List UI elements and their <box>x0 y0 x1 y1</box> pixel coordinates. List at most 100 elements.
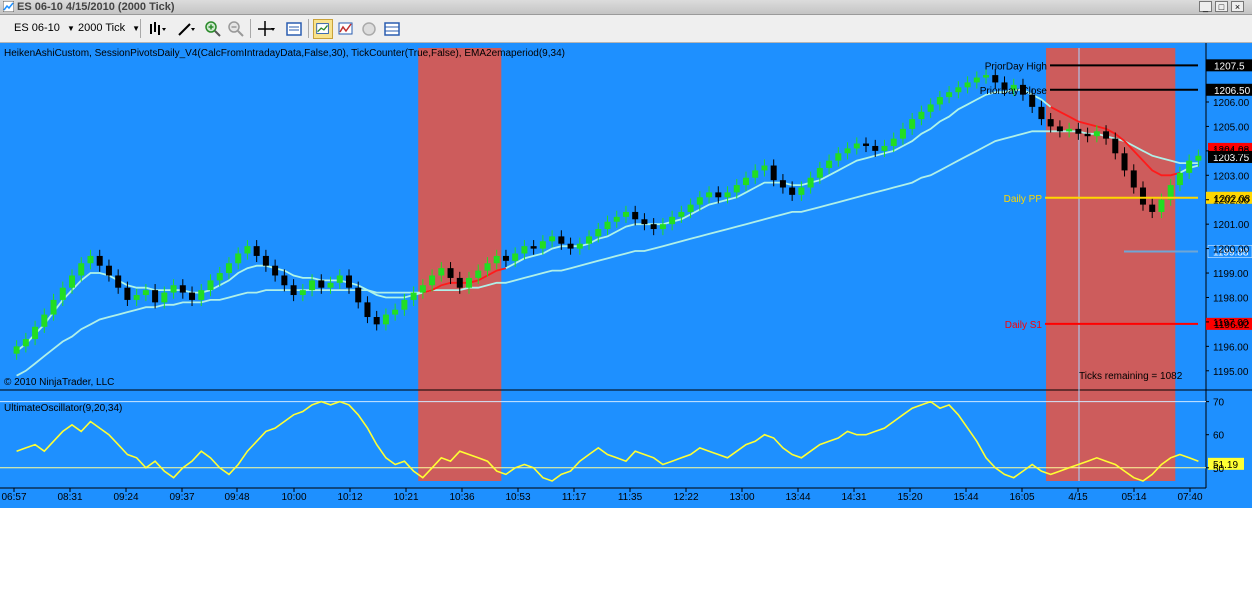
candle-body <box>752 170 759 178</box>
candle-body <box>13 346 20 354</box>
time-axis-label: 09:24 <box>113 492 138 503</box>
candle <box>179 279 186 299</box>
candle-body <box>742 177 749 186</box>
candle-body <box>899 128 906 139</box>
candle-body <box>567 243 574 249</box>
candle-body <box>530 246 537 249</box>
time-axis-label: 15:44 <box>953 492 978 503</box>
price-tag-pointer <box>1206 191 1210 204</box>
candle-body <box>179 285 186 293</box>
oscillator-axis-label: 60 <box>1213 431 1225 442</box>
candle-body <box>1186 160 1193 173</box>
price-tag: 1207.5 <box>1206 59 1252 72</box>
indicator-label: HeikenAshiCustom, SessionPivotsDaily_V4(… <box>4 48 565 59</box>
candle-body <box>576 243 583 249</box>
candle-body <box>502 255 509 261</box>
draw-pen-icon[interactable] <box>176 19 196 39</box>
chart-panel[interactable]: PriorDay High 1207.5 PriorDay Close 1206.50… <box>0 43 1252 508</box>
candle-body <box>410 292 417 300</box>
candle <box>87 249 94 270</box>
candle-body <box>955 87 962 93</box>
candle-body <box>484 263 491 271</box>
candle <box>650 218 657 236</box>
candle-body <box>1066 128 1073 132</box>
time-axis-label: 10:53 <box>505 492 530 503</box>
candle <box>152 284 159 309</box>
properties-icon[interactable] <box>359 19 379 39</box>
candle-body <box>844 148 851 154</box>
close-button[interactable]: × <box>1231 1 1244 12</box>
zoom-out-icon[interactable] <box>226 19 246 39</box>
price-axis-label: 1206.00 <box>1213 98 1250 109</box>
candle-body <box>521 246 528 254</box>
time-axis-label: 10:00 <box>281 492 306 503</box>
candle-body <box>69 275 76 288</box>
candle <box>641 213 648 231</box>
candle <box>521 240 528 260</box>
price-axis-label: 1200.00 <box>1213 245 1250 256</box>
crosshair-icon[interactable] <box>256 19 276 39</box>
candle <box>576 237 583 255</box>
candle <box>899 122 906 145</box>
time-axis-label: 09:48 <box>224 492 249 503</box>
candle-body <box>124 287 131 300</box>
candle-body <box>1130 170 1137 188</box>
price-tag-pointer <box>1206 317 1210 330</box>
time-axis-label: 12:22 <box>673 492 698 503</box>
pivot-label: Daily PP <box>1004 194 1043 205</box>
candle-body <box>262 255 269 266</box>
candle-body <box>345 275 352 288</box>
candle <box>927 98 934 118</box>
grid-icon[interactable] <box>382 19 402 39</box>
interval-label: 2000 Tick <box>78 22 126 34</box>
candle <box>613 210 620 228</box>
candle-body <box>946 92 953 98</box>
candle <box>142 284 149 302</box>
candle-body <box>696 197 703 205</box>
candle <box>622 205 629 223</box>
minimize-button[interactable]: _ <box>1199 1 1212 12</box>
data-box-icon[interactable] <box>284 19 304 39</box>
zoom-in-icon[interactable] <box>203 19 223 39</box>
bar-type-icon[interactable] <box>147 19 167 39</box>
candles <box>13 68 1202 360</box>
candle <box>327 276 334 294</box>
candle-body <box>1093 131 1100 137</box>
candle <box>1195 149 1202 167</box>
time-axis-label: 06:57 <box>1 492 26 503</box>
candle-body <box>355 287 362 303</box>
candle-body <box>78 263 85 276</box>
candle <box>336 269 343 289</box>
candle-body <box>336 275 343 283</box>
candle <box>918 105 925 126</box>
price-tag-text: 1206.50 <box>1214 86 1251 97</box>
price-axis-label: 1201.00 <box>1213 220 1250 231</box>
price-axis-label: 1203.00 <box>1213 171 1250 182</box>
candle-body <box>798 187 805 195</box>
indicator-icon[interactable] <box>336 19 356 39</box>
maximize-button[interactable]: □ <box>1215 1 1228 12</box>
interval-selector[interactable]: 2000 Tick ▼ <box>78 20 140 37</box>
candle-body <box>1176 172 1183 186</box>
candle <box>373 310 380 331</box>
candle-body <box>539 241 546 249</box>
candle-body <box>816 167 823 178</box>
candle-body <box>115 275 122 288</box>
candle-body <box>207 280 214 291</box>
candle <box>853 137 860 155</box>
candle-body <box>1158 199 1165 212</box>
chart-canvas[interactable]: PriorDay High 1207.5 PriorDay Close 1206.50… <box>0 43 1252 508</box>
candle-body <box>853 143 860 149</box>
candle-body <box>1047 119 1054 127</box>
candle-body <box>669 216 676 225</box>
candle-body <box>835 153 842 161</box>
instrument-selector[interactable]: ES 06-10 ▼ <box>14 20 75 37</box>
pivot-label: PriorDay Close <box>980 86 1048 97</box>
candle-body <box>1103 131 1110 139</box>
time-axis-label: 13:00 <box>729 492 754 503</box>
candle <box>225 257 232 280</box>
candle <box>936 90 943 111</box>
candle-body <box>235 253 242 264</box>
toolbar-divider <box>250 19 251 38</box>
strategy-icon[interactable] <box>313 19 333 39</box>
